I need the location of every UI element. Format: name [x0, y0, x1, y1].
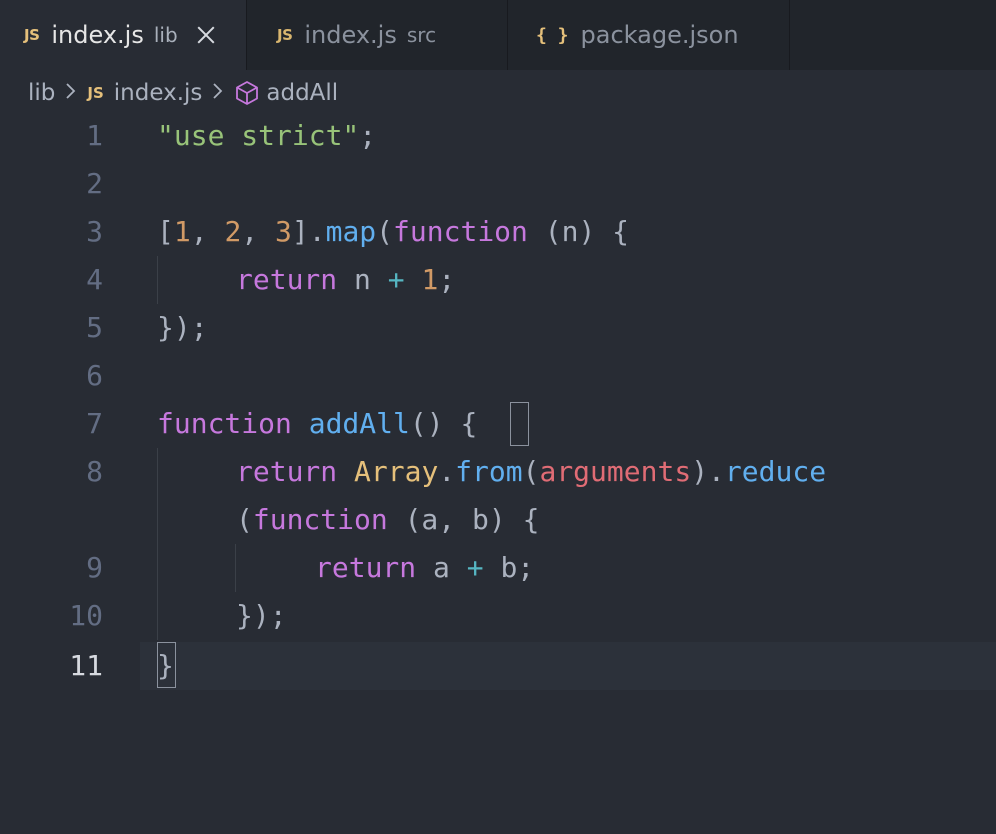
- token-number: 1: [421, 263, 439, 296]
- line-number: 11: [69, 649, 103, 682]
- code-line[interactable]: 1 "use strict";: [0, 112, 996, 160]
- tab-label: package.json: [580, 21, 739, 49]
- chevron-right-icon: [212, 81, 224, 105]
- token-string: "use strict": [157, 119, 360, 152]
- breadcrumb: lib JS index.js addAll: [28, 72, 338, 114]
- token-punct: (): [409, 407, 461, 440]
- token-punct: b;: [483, 551, 535, 584]
- tab-description: src: [406, 23, 437, 47]
- tab-label: index.js: [304, 21, 397, 49]
- code-line[interactable]: 7 function addAll() {: [0, 400, 996, 448]
- token-keyword: function: [252, 503, 388, 536]
- token-operator: +: [387, 263, 405, 296]
- token-function: addAll: [308, 407, 410, 440]
- token-variable: arguments: [539, 455, 692, 488]
- token-keyword: return: [236, 455, 338, 488]
- token-punct: ).: [691, 455, 725, 488]
- token-variable: n: [337, 263, 388, 296]
- code-line-active[interactable]: 11 }: [0, 642, 996, 690]
- tab-label: index.js: [51, 21, 144, 49]
- token-punct: ,: [190, 215, 225, 248]
- breadcrumb-symbol[interactable]: addAll: [266, 80, 338, 106]
- token-punct: ,: [241, 215, 276, 248]
- js-file-icon: JS: [24, 26, 40, 44]
- code-editor[interactable]: 1 "use strict"; 2 3 [1, 2, 3].map(functi…: [0, 112, 996, 770]
- js-file-icon: JS: [277, 26, 293, 44]
- code-line[interactable]: 2: [0, 160, 996, 208]
- token-function: map: [325, 215, 377, 248]
- tab-index-js-lib[interactable]: JS index.js lib: [0, 0, 247, 70]
- token-variable: a: [416, 551, 467, 584]
- chevron-right-icon: [65, 81, 77, 105]
- code-line[interactable]: 9 return a + b;: [0, 544, 996, 592]
- token-punct: ].: [291, 215, 326, 248]
- code-line[interactable]: 5 });: [0, 304, 996, 352]
- line-number: 8: [86, 455, 103, 488]
- code-line[interactable]: 3 [1, 2, 3].map(function (n) {: [0, 208, 996, 256]
- token-keyword: return: [236, 263, 338, 296]
- line-number: 5: [86, 311, 103, 344]
- breadcrumb-folder[interactable]: lib: [28, 80, 55, 106]
- token-keyword: function: [157, 407, 292, 440]
- token-punct: ;: [359, 119, 377, 152]
- token-keyword: function: [393, 215, 528, 248]
- tab-bar: JS index.js lib JS index.js src { } pack…: [0, 0, 996, 70]
- breadcrumb-file[interactable]: index.js: [114, 80, 203, 106]
- token-operator: +: [466, 551, 484, 584]
- token-number: 2: [224, 215, 242, 248]
- token-punct: }: [157, 649, 174, 682]
- token-function: reduce: [724, 455, 827, 488]
- js-file-icon: JS: [87, 84, 104, 102]
- line-number: 10: [69, 599, 103, 632]
- code-line[interactable]: 4 return n + 1;: [0, 256, 996, 304]
- tab-package-json[interactable]: { } package.json: [508, 0, 790, 70]
- token-punct: (a, b) {: [387, 503, 540, 536]
- code-line[interactable]: 10 });: [0, 592, 996, 640]
- line-number: 1: [86, 119, 103, 152]
- close-icon[interactable]: [194, 23, 218, 47]
- token-punct: (: [522, 455, 540, 488]
- token-keyword: return: [315, 551, 417, 584]
- tab-index-js-src[interactable]: JS index.js src: [247, 0, 508, 70]
- token-punct: });: [236, 599, 287, 632]
- token-punct: {: [460, 407, 478, 440]
- tab-description: lib: [153, 23, 178, 47]
- token-class: Array: [354, 455, 439, 488]
- token-number: 1: [173, 215, 191, 248]
- line-number: 6: [86, 359, 103, 392]
- line-number: 3: [86, 215, 103, 248]
- code-line[interactable]: 6: [0, 352, 996, 400]
- line-number: 4: [86, 263, 103, 296]
- token-punct: ;: [438, 263, 456, 296]
- token-punct: (: [376, 215, 394, 248]
- line-number: 9: [86, 551, 103, 584]
- json-file-icon: { }: [536, 24, 569, 46]
- line-number: 2: [86, 167, 103, 200]
- token-punct: (: [236, 503, 253, 536]
- token-function: from: [455, 455, 523, 488]
- code-line[interactable]: 8 return Array.from(arguments).reduce: [0, 448, 996, 496]
- code-line-wrapped[interactable]: (function (a, b) {: [0, 496, 996, 544]
- token-punct: .: [438, 455, 456, 488]
- symbol-method-icon: [234, 80, 260, 106]
- line-number: 7: [86, 407, 103, 440]
- token-punct: });: [157, 311, 208, 344]
- token-punct: [: [157, 215, 174, 248]
- token-punct: (n) {: [527, 215, 630, 248]
- token-number: 3: [275, 215, 292, 248]
